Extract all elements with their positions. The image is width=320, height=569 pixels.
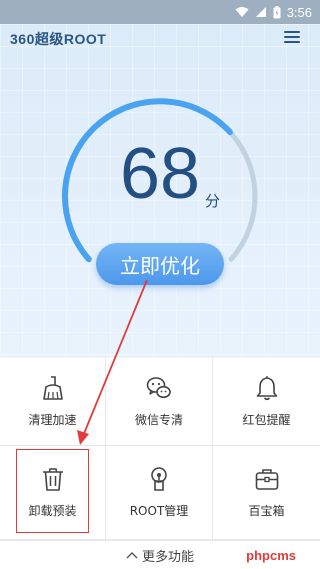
status-bar: 3:56 <box>0 0 320 24</box>
app-title: 360超级ROOT <box>10 31 107 47</box>
tool-label: 百宝箱 <box>248 504 285 518</box>
score-value: 68 <box>119 134 201 214</box>
tool-clean-speedup[interactable]: 清理加速 <box>0 358 106 446</box>
tool-redpacket-alert[interactable]: 红包提醒 <box>213 358 320 446</box>
tool-toolbox[interactable]: 百宝箱 <box>213 446 320 540</box>
tool-label: ROOT管理 <box>129 504 189 518</box>
wifi-icon <box>235 7 249 17</box>
more-functions-label: 更多功能 <box>141 549 194 565</box>
score-unit: 分 <box>205 192 221 210</box>
bell-icon <box>256 376 277 401</box>
toolbox-icon <box>255 469 278 490</box>
tool-label: 红包提醒 <box>242 413 291 427</box>
tool-wechat-clean[interactable]: 微信专清 <box>106 358 213 446</box>
trash-icon <box>42 468 63 491</box>
tool-label: 清理加速 <box>28 413 77 427</box>
tool-uninstall-preinstalled[interactable]: 卸载预装 <box>0 446 106 540</box>
tool-label: 卸载预装 <box>28 504 77 518</box>
watermark: phpcms <box>246 548 296 563</box>
tool-root-management[interactable]: ROOT管理 <box>106 446 213 540</box>
wechat-icon <box>146 377 171 399</box>
optimize-button[interactable]: 立即优化 <box>96 243 224 285</box>
menu-icon[interactable] <box>284 31 300 43</box>
status-time: 3:56 <box>286 4 312 20</box>
hero-panel: 360超级ROOT 68 分 立即优化 <box>0 24 320 358</box>
tool-label: 微信专清 <box>134 413 183 427</box>
keyhole-icon <box>151 467 167 491</box>
battery-icon <box>273 5 281 18</box>
broom-icon <box>42 376 63 400</box>
chevron-up-icon <box>126 552 138 559</box>
tools-grid: 清理加速 微信专清 红包提醒 卸载预装 ROOT管理 百宝箱 <box>0 358 320 540</box>
signal-icon <box>255 7 266 17</box>
